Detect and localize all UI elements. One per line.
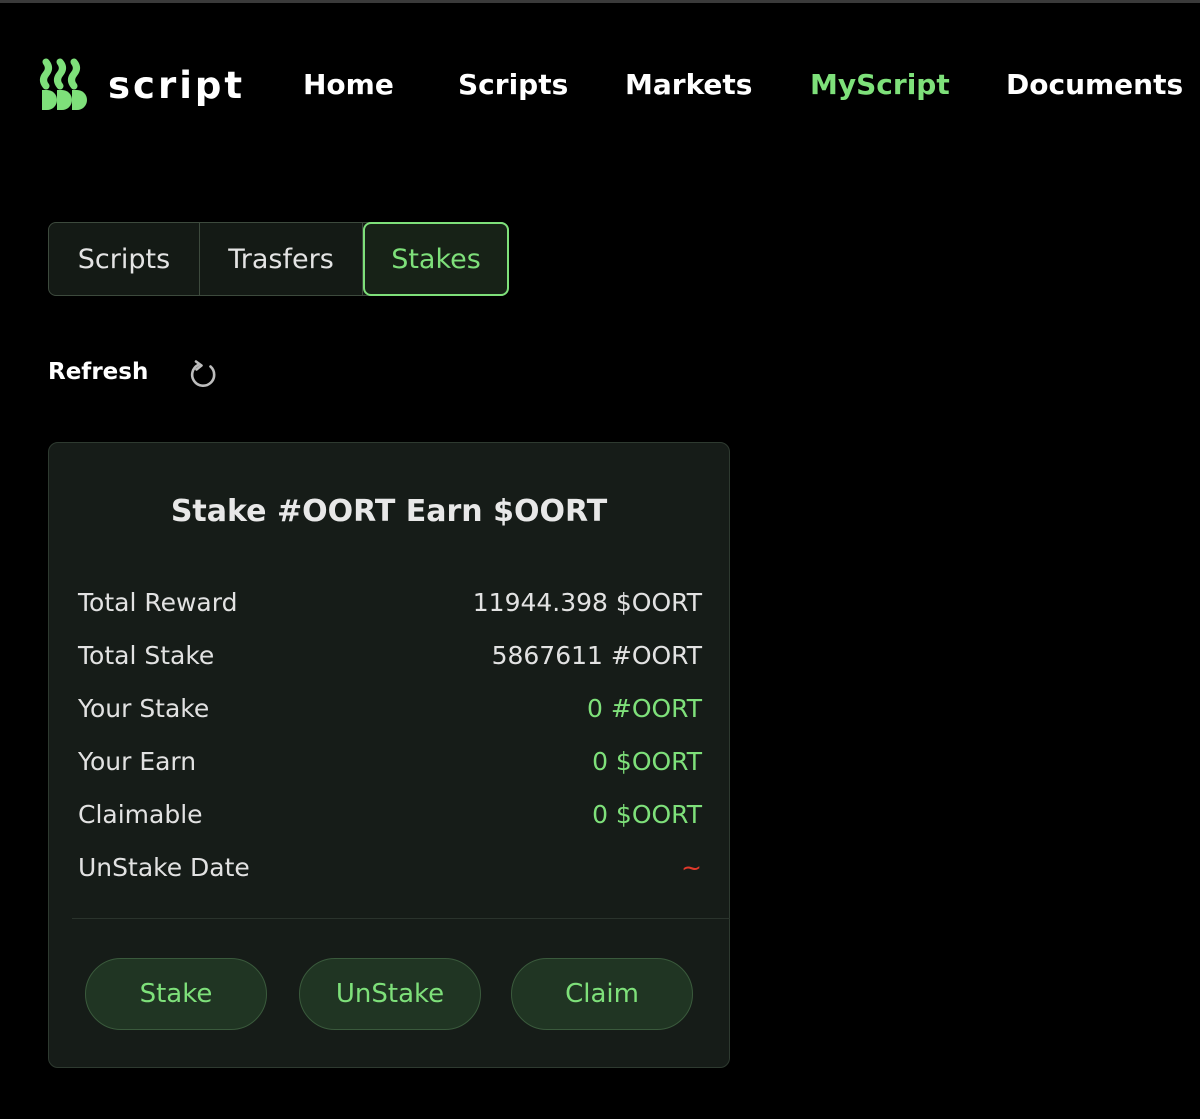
nav-home[interactable]: Home <box>303 68 394 101</box>
row-label: Your Stake <box>78 693 210 723</box>
row-claimable: Claimable 0 $OORT <box>78 796 702 832</box>
card-divider <box>72 918 730 919</box>
nav-markets[interactable]: Markets <box>625 68 752 101</box>
nav-documents[interactable]: Documents <box>1006 68 1183 101</box>
row-label: Total Stake <box>78 640 215 670</box>
nav-myscript[interactable]: MyScript <box>810 68 950 101</box>
row-unstake-date: UnStake Date ~ <box>78 849 702 885</box>
stake-button[interactable]: Stake <box>85 958 267 1030</box>
refresh-label: Refresh <box>48 359 149 385</box>
tab-stakes[interactable]: Stakes <box>363 222 509 296</box>
tab-bar: Scripts Trasfers Stakes <box>48 222 509 296</box>
row-value: ~ <box>681 852 702 882</box>
row-label: Your Earn <box>78 746 197 776</box>
row-value: 0 #OORT <box>587 693 702 723</box>
card-title: Stake #OORT Earn $OORT <box>48 494 730 529</box>
row-value: 11944.398 $OORT <box>472 587 702 617</box>
logo-text: script <box>108 63 246 107</box>
row-your-earn: Your Earn 0 $OORT <box>78 743 702 779</box>
refresh-button[interactable]: Refresh <box>48 352 220 392</box>
row-label: Claimable <box>78 799 203 829</box>
top-border <box>0 0 1200 3</box>
row-value: 0 $OORT <box>592 799 702 829</box>
row-label: Total Reward <box>78 587 238 617</box>
card-title-text: Stake #OORT Earn $OORT <box>170 494 608 529</box>
row-total-stake: Total Stake 5867611 #OORT <box>78 637 702 673</box>
unstake-button[interactable]: UnStake <box>299 958 481 1030</box>
tab-scripts[interactable]: Scripts <box>49 223 200 295</box>
row-your-stake: Your Stake 0 #OORT <box>78 690 702 726</box>
row-total-reward: Total Reward 11944.398 $OORT <box>78 584 702 620</box>
row-label: UnStake Date <box>78 852 250 882</box>
claim-button[interactable]: Claim <box>511 958 693 1030</box>
logo-icon <box>40 58 87 110</box>
refresh-icon[interactable] <box>186 358 220 392</box>
tab-trasfers[interactable]: Trasfers <box>200 223 363 295</box>
logo[interactable]: script <box>38 56 245 114</box>
row-value: 0 $OORT <box>592 746 702 776</box>
nav-scripts[interactable]: Scripts <box>458 68 568 101</box>
row-value: 5867611 #OORT <box>491 640 702 670</box>
